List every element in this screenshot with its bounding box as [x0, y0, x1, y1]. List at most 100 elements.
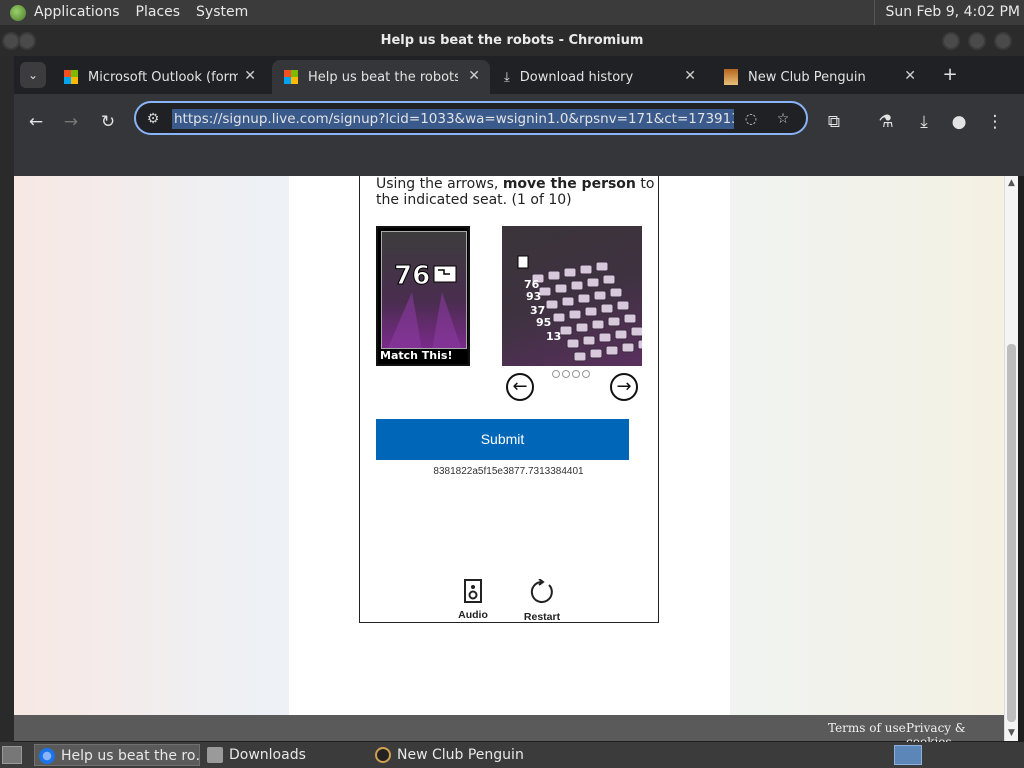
tab-strip: ⌄ Microsoft Outlook (forme ✕ Help us bea… [14, 56, 1024, 94]
seat [545, 299, 559, 310]
back-arrow-icon[interactable]: ← [22, 108, 50, 136]
reference-image: 76 [381, 231, 467, 349]
scroll-up-icon[interactable]: ▲ [1008, 178, 1015, 188]
seat [621, 342, 635, 353]
seat [561, 296, 575, 307]
site-settings-icon[interactable]: ⚙ [142, 108, 164, 130]
page-footer: Terms of use Privacy & cookies [14, 715, 1004, 749]
downloads-icon[interactable]: ⤓ [910, 108, 938, 136]
reference-seat-illustration: 76 [387, 261, 462, 348]
audio-button[interactable]: Audio [448, 579, 498, 621]
arrow-left-icon: ← [512, 376, 528, 397]
close-tab-icon[interactable]: ✕ [904, 68, 916, 84]
seat [623, 313, 637, 324]
club-penguin-icon [375, 747, 391, 763]
image-page-dots [552, 370, 590, 378]
window-left-edge [0, 56, 14, 742]
right-arrow-button[interactable]: → [610, 373, 638, 401]
taskbar-item-label: New Club Penguin [397, 747, 524, 763]
system-menu[interactable]: System [188, 0, 256, 25]
page-dot [562, 370, 570, 378]
seat-number-label: 93 [526, 290, 541, 303]
chromium-icon [39, 748, 55, 764]
places-menu[interactable]: Places [128, 0, 189, 25]
page-dot [552, 370, 560, 378]
seat [579, 264, 593, 275]
instruction-text: Using the arrows, [376, 176, 503, 192]
desktop-screen: Applications Places System Sun Feb 9, 4:… [0, 0, 1024, 768]
taskbar-item-chromium[interactable]: Help us beat the ro… [34, 744, 200, 766]
seat [609, 287, 623, 298]
session-token: 8381822a5f15e3877.7313384401 [433, 466, 584, 477]
tab-help-us-beat-the-robots[interactable]: Help us beat the robots ✕ [272, 60, 490, 94]
taskbar-item-club-penguin[interactable]: New Club Penguin [371, 744, 541, 766]
page-dot [572, 370, 580, 378]
close-tab-icon[interactable]: ✕ [684, 68, 696, 84]
taskbar-item-label: Downloads [229, 747, 306, 763]
seat [570, 280, 584, 291]
seat [552, 312, 566, 323]
profile-avatar-icon[interactable]: ● [945, 108, 973, 136]
restart-label: Restart [523, 611, 561, 623]
seat [568, 309, 582, 320]
seat-number-label: 13 [546, 330, 561, 343]
window-shade-icon[interactable] [18, 32, 36, 50]
applications-menu[interactable]: Applications [26, 0, 128, 25]
seat [563, 267, 577, 278]
close-tab-icon[interactable]: ✕ [244, 68, 256, 84]
match-this-reference: 76 Match This! [376, 226, 470, 366]
tab-new-club-penguin[interactable]: New Club Penguin ✕ [712, 60, 926, 94]
minimize-window-icon[interactable] [942, 32, 960, 50]
instruction-bold-text: move the person [502, 176, 636, 192]
address-bar[interactable]: ⚙ https://signup.live.com/signup?lcid=10… [134, 101, 808, 135]
extensions-puzzle-icon[interactable]: ⧉ [820, 108, 848, 136]
seat-grid-image[interactable]: 76 93 37 95 13 [502, 226, 642, 366]
tab-search-button[interactable]: ⌄ [20, 62, 46, 88]
close-window-icon[interactable] [994, 32, 1012, 50]
workspace-switcher[interactable] [894, 745, 922, 765]
show-desktop-icon[interactable] [2, 746, 22, 764]
reload-icon[interactable]: ↻ [94, 108, 122, 136]
maximize-window-icon[interactable] [968, 32, 986, 50]
terms-of-use-link[interactable]: Terms of use [828, 721, 906, 735]
tab-label: Microsoft Outlook (forme [88, 69, 238, 85]
reference-seat-number: 76 [394, 261, 430, 291]
scroll-down-icon[interactable]: ▼ [1008, 728, 1015, 738]
gnome-foot-icon[interactable] [10, 4, 26, 21]
tab-label: Help us beat the robots [308, 69, 458, 85]
match-this-label: Match This! [380, 349, 453, 362]
tab-microsoft-outlook[interactable]: Microsoft Outlook (forme ✕ [52, 60, 266, 94]
seat [577, 293, 591, 304]
seat-grid-illustration: 76 93 37 95 13 [517, 255, 642, 362]
seat [582, 335, 596, 346]
tab-label: Download history [519, 69, 634, 85]
forward-arrow-icon[interactable]: → [57, 108, 85, 136]
seat [607, 316, 621, 327]
restart-button[interactable]: Restart [517, 578, 567, 623]
bottom-taskbar: Help us beat the ro… Downloads New Club … [0, 742, 1024, 768]
panel-clock[interactable]: Sun Feb 9, 4:02 PM [874, 0, 1020, 25]
seat [575, 322, 589, 333]
page-scrollbar[interactable]: ▲ ▼ [1004, 176, 1018, 741]
tab-download-history[interactable]: ⤓ Download history ✕ [492, 60, 706, 94]
labs-flask-icon[interactable]: ⚗ [872, 108, 900, 136]
challenge-instruction: Using the arrows, move the person to the… [376, 176, 656, 208]
bookmark-star-icon[interactable]: ☆ [772, 108, 794, 130]
seat [600, 303, 614, 314]
scroll-thumb[interactable] [1007, 344, 1016, 722]
microsoft-logo-icon [284, 70, 298, 84]
new-tab-plus-icon[interactable]: + [940, 64, 960, 85]
more-menu-icon[interactable]: ⋮ [981, 108, 1009, 136]
seat [630, 326, 642, 337]
eye-slash-icon[interactable]: ◌ [740, 108, 762, 130]
seat [573, 351, 587, 362]
taskbar-item-downloads[interactable]: Downloads [203, 744, 363, 766]
url-text[interactable]: https://signup.live.com/signup?lcid=1033… [172, 109, 734, 129]
seat [616, 300, 630, 311]
submit-button[interactable]: Submit [376, 419, 629, 460]
close-tab-icon[interactable]: ✕ [468, 68, 480, 84]
window-titlebar[interactable]: Help us beat the robots - Chromium [0, 25, 1024, 56]
left-arrow-button[interactable]: ← [506, 373, 534, 401]
person-figure-icon [517, 255, 529, 269]
page-viewport: Using the arrows, move the person to the… [14, 176, 1004, 715]
